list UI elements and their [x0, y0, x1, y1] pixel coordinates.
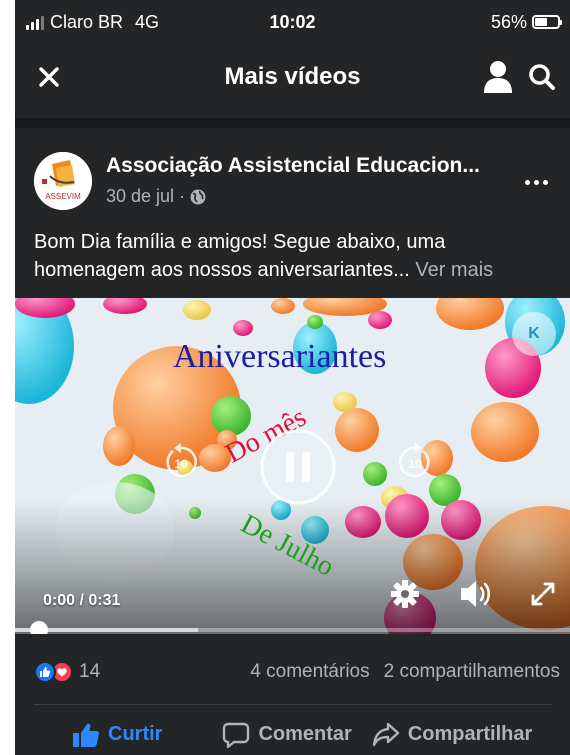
like-button[interactable]: Curtir: [72, 722, 162, 748]
battery-percent: 56%: [490, 11, 527, 32]
settings-button[interactable]: [389, 578, 421, 615]
page-name-link[interactable]: Associação Assistencial Educacion...: [106, 154, 480, 178]
see-more-link[interactable]: Ver mais: [415, 259, 493, 281]
nav-bar: Mais vídeos: [15, 44, 570, 110]
skip-forward-label: 10: [408, 457, 422, 471]
profile-icon: [484, 61, 512, 93]
avatar-text: ASSEVIM: [45, 192, 81, 201]
post-meta: 30 de jul ·: [106, 186, 206, 207]
watermark-logo: K: [512, 312, 556, 356]
pause-button[interactable]: [259, 428, 337, 511]
skip-forward-button[interactable]: 10: [395, 442, 435, 487]
gear-icon: [391, 580, 419, 608]
post-text-line-2-body: homenagem aos nossos aniversariantes...: [34, 259, 410, 281]
reactions-bar: 14 4 comentários 2 compartilhamentos: [15, 652, 570, 692]
meta-separator: ·: [179, 186, 186, 206]
volume-icon: [461, 581, 491, 607]
scrubber-handle[interactable]: [30, 621, 48, 634]
post-text-line-2: homenagem aos nossos aniversariantes... …: [34, 256, 562, 284]
actions-divider: [34, 704, 552, 705]
skip-back-label: 10: [174, 457, 188, 471]
network-label: 4G: [135, 11, 160, 32]
nav-actions: [476, 55, 564, 99]
post-header: ASSEVIM Associação Assistencial Educacio…: [15, 138, 570, 218]
close-button[interactable]: [27, 55, 71, 99]
page-logo: ASSEVIM: [34, 152, 92, 210]
engagement-counts: 4 comentários 2 compartilhamentos: [250, 661, 560, 683]
post-date[interactable]: 30 de jul: [106, 186, 174, 207]
phone-screen: Claro BR 4G 10:02 56% Mais vídeos ASSEVI…: [15, 0, 570, 755]
reaction-count: 14: [79, 661, 101, 682]
post-text-line-1: Bom Dia família e amigos! Segue abaixo, …: [34, 231, 446, 253]
pause-icon: [260, 429, 336, 505]
search-icon: [529, 64, 555, 90]
more-dot: [542, 179, 548, 185]
more-dot: [533, 179, 539, 185]
carrier-label: Claro BR: [50, 11, 124, 32]
comment-button[interactable]: Comentar: [222, 721, 352, 749]
current-time: 0:00: [43, 592, 76, 609]
video-time: 0:00 / 0:31: [43, 592, 120, 610]
video-progress-bar[interactable]: [15, 621, 570, 634]
fullscreen-button[interactable]: [529, 580, 557, 613]
video-duration: 0:31: [88, 592, 121, 609]
more-dot: [524, 179, 530, 185]
status-bar: Claro BR 4G 10:02 56%: [15, 0, 570, 44]
battery-icon: [532, 15, 562, 29]
video-player[interactable]: Aniversariantes Do mês De Julho K 10 10 …: [15, 298, 570, 634]
rewind-10-icon: 10: [166, 443, 197, 478]
avatar[interactable]: ASSEVIM: [34, 152, 92, 210]
forward-10-icon: 10: [399, 443, 430, 478]
shares-count-link[interactable]: 2 compartilhamentos: [384, 661, 560, 683]
expand-icon: [531, 582, 555, 606]
share-icon: [372, 722, 400, 746]
volume-button[interactable]: [459, 578, 493, 615]
share-label: Compartilhar: [407, 723, 533, 745]
time-separator: /: [79, 592, 84, 609]
globe-icon: [190, 189, 206, 204]
close-icon: [39, 67, 59, 87]
signal-icon: [26, 14, 44, 30]
profile-button[interactable]: [476, 55, 520, 99]
battery-indicator: 56%: [490, 11, 562, 33]
feed-separator: [15, 118, 570, 128]
post-actions: Curtir Comentar Compartilhar: [15, 714, 570, 755]
like-reaction-icon: [34, 661, 56, 683]
like-label: Curtir: [108, 723, 163, 745]
share-button[interactable]: Compartilhar: [372, 722, 532, 748]
reaction-icons[interactable]: 14: [34, 661, 100, 683]
more-options-button[interactable]: [518, 168, 554, 196]
video-overlay-title: Aniversariantes: [173, 338, 387, 375]
thumbs-up-icon: [73, 723, 100, 747]
post-text: Bom Dia família e amigos! Segue abaixo, …: [34, 228, 562, 284]
search-button[interactable]: [520, 55, 564, 99]
comment-icon: [223, 722, 250, 748]
comment-label: Comentar: [258, 723, 352, 745]
skip-back-button[interactable]: 10: [161, 442, 201, 487]
comments-count-link[interactable]: 4 comentários: [250, 661, 369, 683]
